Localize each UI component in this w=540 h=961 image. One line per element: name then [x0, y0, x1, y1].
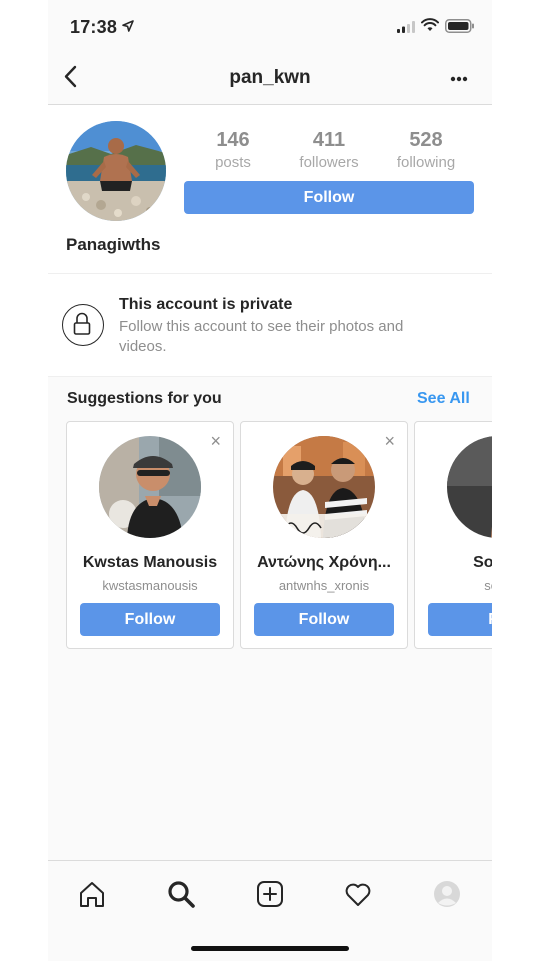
suggestion-card[interactable]: × Αντώνης Χρόνη... antwnhs_xronis Follow — [240, 421, 408, 649]
wifi-icon — [421, 18, 439, 31]
header-username: pan_kwn — [229, 67, 311, 88]
private-account-notice: This account is private Follow this acco… — [48, 274, 492, 377]
suggestion-photo-image — [447, 436, 492, 538]
profile-avatar[interactable] — [66, 121, 166, 221]
suggestion-handle: sotiri — [484, 578, 492, 593]
suggestion-handle: antwnhs_xronis — [278, 578, 370, 593]
profile-photo-image — [66, 121, 166, 221]
battery-icon — [445, 19, 474, 33]
suggestion-avatar[interactable] — [447, 436, 492, 538]
suggestions-carousel[interactable]: × Kwstas Manousis kwstasmanousis Follow — [48, 421, 492, 651]
follow-button[interactable]: Follow — [184, 181, 474, 214]
search-icon[interactable] — [166, 879, 196, 909]
suggestion-follow-button[interactable]: Fo — [428, 603, 492, 636]
suggestion-follow-button[interactable]: Follow — [254, 603, 394, 636]
phone-screen: 17:38 pan_kwn 146 posts 411 followers 52… — [48, 0, 492, 961]
lock-icon — [73, 312, 90, 335]
private-title: This account is private — [119, 296, 293, 313]
suggestion-photo-image — [273, 436, 375, 538]
suggestion-avatar[interactable] — [99, 436, 201, 538]
suggestions-title: Suggestions for you — [67, 390, 222, 407]
suggestion-name: Αντώνης Χρόνη... — [257, 554, 391, 571]
profile-display-name: Panagiwths — [66, 235, 161, 254]
home-icon[interactable] — [77, 879, 107, 909]
more-options-icon[interactable] — [450, 76, 468, 82]
suggestion-name: Kwstas Manousis — [82, 554, 218, 571]
home-indicator[interactable] — [191, 946, 349, 951]
profile-avatar-icon[interactable] — [433, 880, 461, 908]
private-description: Follow this account to see their photos … — [119, 318, 404, 355]
followers-count: 411 — [312, 129, 346, 151]
following-count: 528 — [409, 129, 443, 151]
suggestion-card[interactable]: × Kwstas Manousis kwstasmanousis Follow — [66, 421, 234, 649]
see-all-link[interactable]: See All — [417, 390, 470, 408]
status-time: 17:38 — [70, 17, 118, 37]
lock-icon-circle — [62, 304, 104, 346]
suggestion-follow-button[interactable]: Follow — [80, 603, 220, 636]
followers-label: followers — [299, 154, 359, 171]
suggestion-photo-image — [99, 436, 201, 538]
stat-followers[interactable]: 411 followers — [284, 129, 374, 171]
suggestion-card[interactable]: Sotiris sotiri Fo — [414, 421, 492, 649]
profile-section: 146 posts 411 followers 528 following Fo… — [48, 105, 492, 274]
suggestion-avatar[interactable] — [273, 436, 375, 538]
stat-following[interactable]: 528 following — [381, 129, 471, 171]
following-label: following — [396, 154, 456, 171]
suggestion-handle: kwstasmanousis — [102, 578, 198, 593]
posts-count: 146 — [216, 129, 250, 151]
new-post-icon[interactable] — [255, 879, 285, 909]
location-arrow-icon — [122, 20, 134, 32]
suggestion-name: Sotiris — [473, 554, 492, 571]
status-bar: 17:38 — [48, 0, 492, 52]
posts-label: posts — [215, 154, 251, 171]
dismiss-icon[interactable]: × — [210, 432, 221, 450]
cellular-signal-icon — [397, 21, 415, 33]
profile-header: pan_kwn — [48, 52, 492, 105]
dismiss-icon[interactable]: × — [384, 432, 395, 450]
activity-heart-icon[interactable] — [343, 879, 373, 909]
stat-posts[interactable]: 146 posts — [188, 129, 278, 171]
